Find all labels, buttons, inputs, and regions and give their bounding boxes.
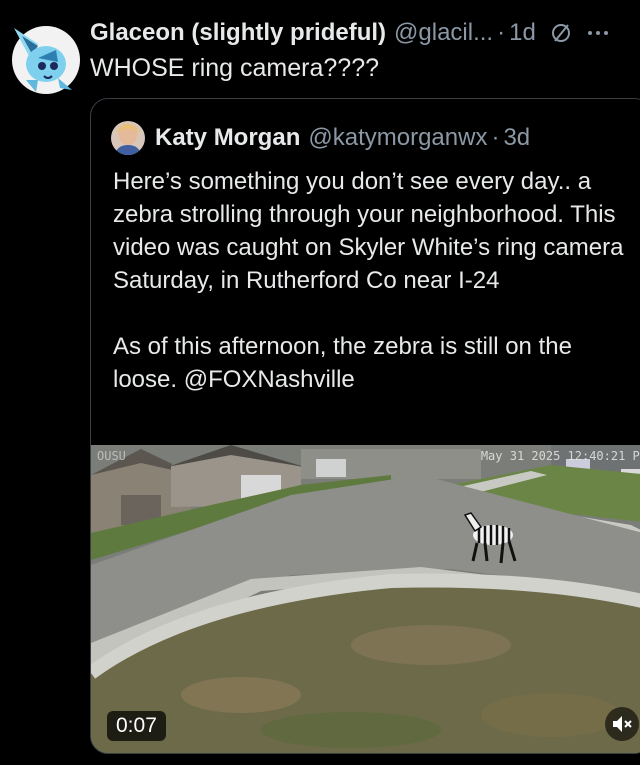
quote-paragraph: As of this afternoon, the zebra is still… — [113, 333, 572, 393]
separator: · — [491, 124, 500, 151]
more-icon[interactable] — [586, 21, 610, 45]
mute-icon — [613, 716, 632, 732]
quote-display-name[interactable]: Katy Morgan — [155, 124, 300, 152]
display-name[interactable]: Glaceon (slightly prideful) — [90, 19, 386, 47]
mute-button[interactable] — [605, 707, 639, 741]
post-header: Glaceon (slightly prideful) @glacil... ·… — [90, 16, 640, 50]
quote-paragraph: Here’s something you don’t see every day… — [113, 168, 624, 294]
quote-text: Here’s something you don’t see every day… — [113, 165, 628, 396]
edit-slash-icon — [551, 24, 570, 42]
quote-header: Katy Morgan @katymorganwx · 3d — [111, 121, 530, 155]
video-player[interactable]: OUSU May 31 2025 12:40:21 PM 0:07 — [91, 445, 640, 753]
post-time[interactable]: 1d — [509, 19, 536, 47]
video-frame — [91, 445, 640, 753]
avatar[interactable] — [8, 18, 80, 100]
video-duration: 0:07 — [107, 711, 166, 741]
camera-label: OUSU — [97, 449, 126, 463]
glaceon-avatar-icon — [12, 26, 80, 94]
post-text: WHOSE ring camera???? — [90, 54, 380, 82]
camera-timestamp: May 31 2025 12:40:21 PM — [480, 449, 640, 463]
quoted-post[interactable]: Katy Morgan @katymorganwx · 3d Here’s so… — [90, 98, 640, 754]
quote-time[interactable]: 3d — [503, 124, 530, 152]
separator: · — [497, 19, 506, 46]
quote-handle[interactable]: @katymorganwx — [308, 124, 487, 152]
avatar[interactable] — [111, 121, 145, 155]
user-handle[interactable]: @glacil... — [394, 19, 493, 47]
profile-photo-icon — [111, 121, 145, 155]
